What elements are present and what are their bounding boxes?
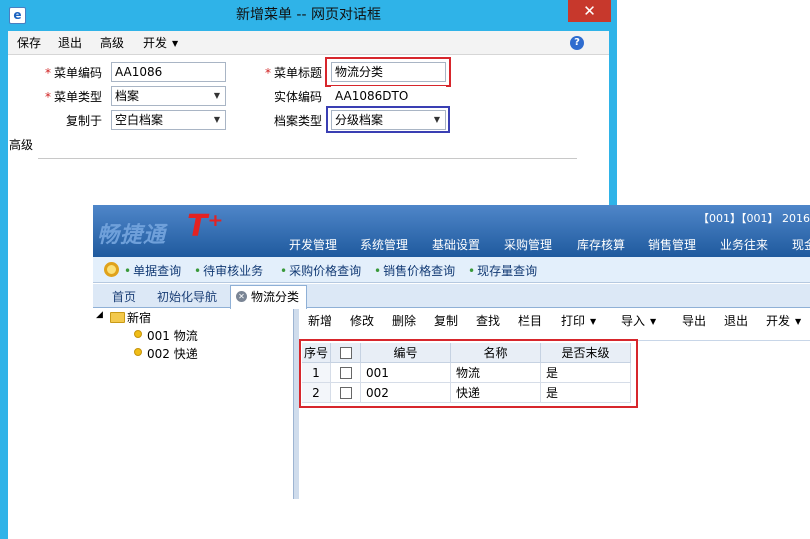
menu-type-select[interactable]: 档案 ▼: [111, 86, 226, 106]
quicklink-stock[interactable]: • 现存量查询: [468, 262, 537, 279]
account-info: 【001】【001】 2016: [698, 212, 810, 225]
advanced-menu[interactable]: 高级: [100, 35, 124, 51]
exit-menu[interactable]: 退出: [58, 35, 82, 51]
chevron-down-icon: ▼: [795, 317, 802, 326]
app-logo-t: T⁺: [187, 209, 224, 244]
topnav-sales[interactable]: 销售管理: [648, 236, 696, 253]
menu-code-label: 菜单编码: [54, 66, 103, 80]
grid-footer: [300, 498, 810, 539]
find-button[interactable]: 查找: [476, 312, 500, 329]
tree-node-icon: [134, 348, 142, 356]
tree-item[interactable]: 002 快递: [147, 345, 198, 362]
gear-icon: [104, 262, 119, 277]
quicklink-label: 待审核业务: [203, 264, 264, 278]
topnav-business[interactable]: 业务往来: [720, 236, 768, 253]
section-divider: [38, 158, 577, 159]
required-mark: *: [45, 90, 51, 104]
print-button[interactable]: 打印 ▼: [561, 312, 596, 329]
entity-code-value: AA1086DTO: [331, 86, 446, 106]
chevron-down-icon: ▼: [213, 91, 220, 100]
quicklink-pending[interactable]: • 待审核业务: [194, 262, 263, 279]
topnav-cash[interactable]: 现金: [792, 236, 810, 253]
tree-root[interactable]: 新宿: [127, 309, 151, 326]
save-menu[interactable]: 保存: [17, 35, 41, 51]
develop-button[interactable]: 开发 ▼: [766, 312, 801, 329]
required-mark: *: [265, 66, 271, 80]
bullet-icon: •: [124, 264, 132, 278]
quicklink-label: 采购价格查询: [289, 264, 362, 278]
columns-button[interactable]: 栏目: [518, 312, 542, 329]
required-mark: *: [45, 66, 51, 80]
grid-highlight: [299, 339, 638, 408]
menu-code-input[interactable]: AA1086: [111, 62, 226, 82]
tree-node-icon: [134, 330, 142, 338]
quicklink-sales-price[interactable]: • 销售价格查询: [374, 262, 455, 279]
advanced-section-label[interactable]: 高级: [9, 137, 33, 153]
dialog-menubar: 保存 退出 高级 开发 ▼: [8, 31, 609, 55]
archive-type-highlight: [326, 106, 450, 133]
chevron-down-icon: ▼: [590, 317, 597, 326]
topnav-inventory[interactable]: 库存核算: [577, 236, 625, 253]
close-button[interactable]: ✕: [568, 0, 611, 22]
develop-menu-label: 开发: [143, 36, 168, 50]
quicklink-doc-query[interactable]: • 单据查询: [124, 262, 181, 279]
bullet-icon: •: [468, 264, 476, 278]
folder-icon: [110, 312, 125, 323]
tab-init-nav[interactable]: 初始化导航: [157, 288, 217, 305]
copy-from-label: 复制于: [66, 114, 103, 128]
help-icon[interactable]: ?: [570, 36, 584, 50]
ie-app-icon: e: [9, 7, 26, 24]
topnav-system[interactable]: 系统管理: [360, 236, 408, 253]
copy-from-value: 空白档案: [115, 113, 164, 127]
quicklink-purchase-price[interactable]: • 采购价格查询: [280, 262, 361, 279]
delete-button[interactable]: 删除: [392, 312, 416, 329]
chevron-down-icon: ▼: [213, 115, 220, 124]
chevron-down-icon: ▼: [172, 39, 179, 48]
exit-button[interactable]: 退出: [724, 312, 748, 329]
menu-type-value: 档案: [115, 89, 140, 103]
topnav-basic[interactable]: 基础设置: [432, 236, 480, 253]
topnav-dev[interactable]: 开发管理: [289, 236, 337, 253]
close-icon[interactable]: ✕: [236, 291, 247, 302]
menu-type-label: 菜单类型: [54, 90, 103, 104]
menu-title-label: 菜单标题: [274, 66, 323, 80]
tab-home[interactable]: 首页: [112, 288, 136, 305]
develop-label: 开发: [766, 314, 791, 328]
tree-item[interactable]: 001 物流: [147, 327, 198, 344]
import-button[interactable]: 导入 ▼: [621, 312, 656, 329]
dialog-title: 新增菜单 -- 网页对话框: [235, 7, 381, 23]
bullet-icon: •: [194, 264, 202, 278]
develop-menu[interactable]: 开发 ▼: [143, 35, 178, 51]
bullet-icon: •: [374, 264, 382, 278]
tab-logistics-label: 物流分类: [251, 290, 300, 304]
menu-title-highlight: [325, 57, 451, 87]
quicklink-label: 销售价格查询: [383, 264, 456, 278]
import-label: 导入: [621, 314, 646, 328]
archive-type-label: 档案类型: [274, 114, 323, 128]
quicklink-label: 现存量查询: [477, 264, 538, 278]
chevron-down-icon: ▼: [650, 317, 657, 326]
quicklink-label: 单据查询: [133, 264, 182, 278]
bullet-icon: •: [280, 264, 288, 278]
topnav-purchase[interactable]: 采购管理: [504, 236, 552, 253]
add-button[interactable]: 新增: [308, 312, 332, 329]
entity-code-label: 实体编码: [274, 90, 323, 104]
print-label: 打印: [561, 314, 586, 328]
edit-button[interactable]: 修改: [350, 312, 374, 329]
copy-button[interactable]: 复制: [434, 312, 458, 329]
app-logo: 畅捷通: [97, 223, 167, 248]
copy-from-select[interactable]: 空白档案 ▼: [111, 110, 226, 130]
tree-collapse-icon[interactable]: ◢: [96, 310, 103, 320]
export-button[interactable]: 导出: [682, 312, 706, 329]
